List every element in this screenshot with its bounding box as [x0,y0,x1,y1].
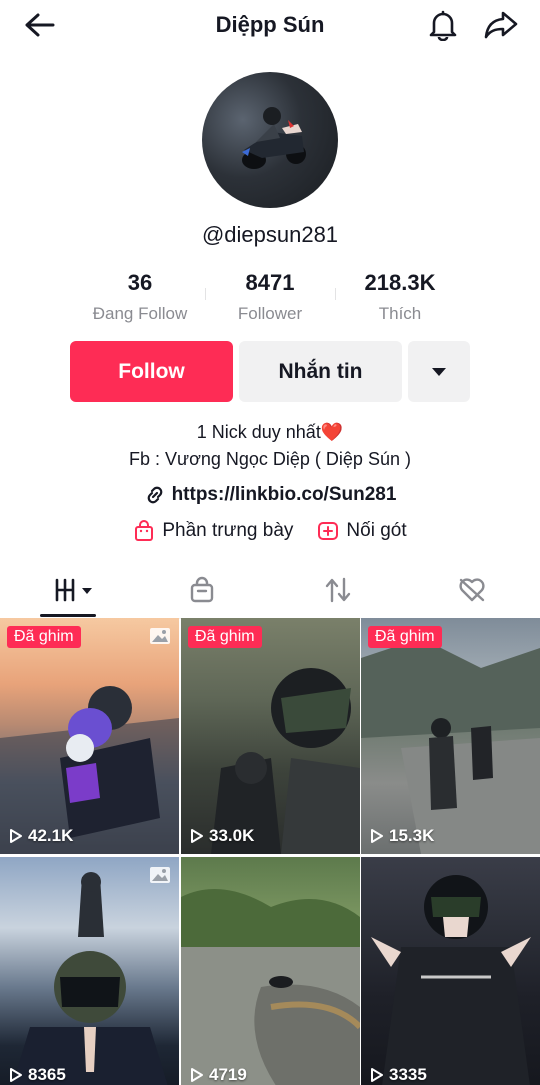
play-icon [190,828,204,844]
username: @diepsun281 [201,222,339,247]
duet-label: Nối gót [346,520,407,541]
repost-icon [325,577,351,603]
likes-stat[interactable]: 218.3K Thích [330,270,470,324]
more-options-button[interactable] [408,341,470,402]
thumbnail-scene [361,638,540,854]
video-thumbnail[interactable]: Đã ghim 15.3K [361,618,540,854]
active-tab-indicator [40,614,96,617]
view-count: 33.0K [190,826,254,846]
top-bar: Diệpp Sún [0,0,540,52]
play-icon [9,828,23,844]
bio-link-text: https://linkbio.co/Sun281 [171,484,397,505]
content-tabs [0,562,540,619]
view-count: 15.3K [370,826,434,846]
likes-label: Thích [378,304,422,323]
showcase-label: Phần trưng bày [162,520,294,541]
thumbnail-scene [211,668,360,854]
shopping-bag-icon [133,520,155,542]
photo-icon [150,867,170,883]
view-count: 3335 [370,1065,427,1085]
caret-down-icon [432,367,446,376]
following-stat[interactable]: 36 Đang Follow [70,270,210,324]
video-thumbnail[interactable]: Đã ghim 42.1K [0,618,179,854]
tab-liked[interactable] [422,562,522,618]
showcase-link[interactable]: Phần trưng bày [133,520,293,542]
followers-stat[interactable]: 8471 Follower [200,270,340,324]
heart-hidden-icon [459,578,485,602]
bio-line-2: Fb : Vương Ngọc Diệp ( Diệp Sún ) [129,449,411,469]
video-thumbnail[interactable]: Đã ghim 33.0K [181,618,360,854]
tab-videos[interactable] [25,562,125,618]
message-button[interactable]: Nhắn tin [239,341,402,402]
view-count: 8365 [9,1065,66,1085]
tab-shop[interactable] [152,562,252,618]
link-icon [144,484,166,506]
bio-line-1: 1 Nick duy nhất❤️ [196,422,344,442]
view-count-text: 42.1K [28,826,74,845]
view-count-text: 3335 [389,1065,427,1084]
view-count: 4719 [190,1065,247,1085]
followers-label: Follower [237,304,303,323]
following-label: Đang Follow [92,304,188,323]
view-count-text: 4719 [209,1065,247,1084]
share-button[interactable] [482,8,520,42]
video-thumbnail[interactable]: 4719 [181,857,360,1085]
play-icon [370,828,384,844]
add-square-icon [317,520,339,542]
pinned-badge: Đã ghim [7,626,81,648]
tab-reposts[interactable] [288,562,388,618]
video-thumbnail[interactable]: 8365 [0,857,179,1085]
view-count-text: 15.3K [389,826,435,845]
pinned-badge: Đã ghim [188,626,262,648]
shopping-bag-icon [190,576,214,603]
thumbnail-scene [0,686,179,854]
video-thumbnail[interactable]: 3335 [361,857,540,1085]
thumbnail-scene [371,875,531,1085]
profile-extras: Phần trưng bày Nối gót [0,520,540,542]
bell-icon [429,10,457,41]
duet-link[interactable]: Nối gót [317,520,407,542]
follow-button[interactable]: Follow [70,341,233,402]
view-count-text: 8365 [28,1065,66,1084]
view-count: 42.1K [9,826,73,846]
following-count: 36 [127,270,153,295]
play-icon [370,1067,384,1083]
likes-count: 218.3K [364,270,436,295]
motorcycle-rider-image [242,107,306,169]
notification-button[interactable] [426,8,460,42]
play-icon [9,1067,23,1083]
thumbnail-scene [181,889,360,1085]
pinned-badge: Đã ghim [368,626,442,648]
profile-stats: 36 Đang Follow 8471 Follower 218.3K Thíc… [0,270,540,330]
play-icon [190,1067,204,1083]
videos-grid-icon [55,578,92,602]
followers-count: 8471 [245,270,295,295]
view-count-text: 33.0K [209,826,255,845]
share-arrow-icon [484,11,518,39]
photo-icon [150,628,170,644]
bio-link[interactable]: https://linkbio.co/Sun281 [0,484,540,506]
thumbnail-scene [12,872,168,1085]
avatar[interactable] [202,72,338,208]
